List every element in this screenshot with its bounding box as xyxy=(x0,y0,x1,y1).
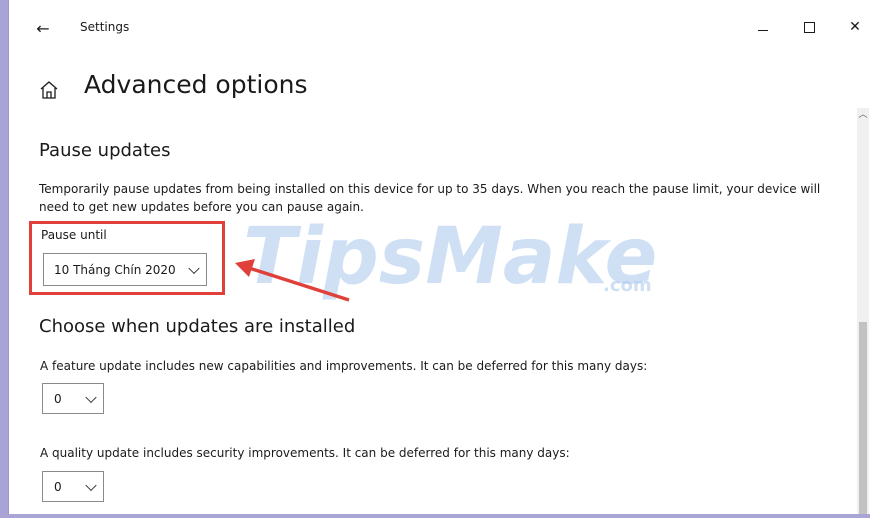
vertical-scrollbar[interactable]: ︿ xyxy=(857,108,869,514)
minimize-button[interactable] xyxy=(743,10,783,44)
maximize-button[interactable] xyxy=(789,10,829,44)
quality-update-text: A quality update includes security impro… xyxy=(40,446,570,460)
close-button[interactable]: ✕ xyxy=(835,10,870,44)
back-arrow-icon: ← xyxy=(36,18,50,38)
quality-defer-value: 0 xyxy=(54,479,62,494)
title-bar: ← Settings ✕ xyxy=(9,0,870,56)
home-icon[interactable] xyxy=(39,80,59,100)
pause-description: Temporarily pause updates from being ins… xyxy=(39,182,821,214)
page-title: Advanced options xyxy=(84,70,308,99)
scroll-thumb[interactable] xyxy=(859,322,867,514)
quality-defer-dropdown[interactable]: 0 xyxy=(42,471,104,502)
pause-updates-heading: Pause updates xyxy=(39,140,171,161)
minimize-icon xyxy=(758,29,768,31)
watermark-suffix: .com xyxy=(603,275,652,296)
pause-until-dropdown[interactable]: 10 Tháng Chín 2020 xyxy=(43,253,207,286)
app-title: Settings xyxy=(80,20,130,34)
choose-updates-heading: Choose when updates are installed xyxy=(39,316,356,337)
scroll-up-icon[interactable]: ︿ xyxy=(857,108,869,122)
maximize-icon xyxy=(803,21,815,33)
pause-until-label: Pause until xyxy=(41,228,107,242)
feature-defer-value: 0 xyxy=(54,391,62,406)
settings-window: ← Settings ✕ Advanced options Pause upda… xyxy=(8,0,870,514)
chevron-down-icon xyxy=(188,262,200,274)
back-button[interactable]: ← xyxy=(29,14,57,42)
chevron-down-icon xyxy=(85,479,97,491)
red-arrow-annotation xyxy=(235,259,350,302)
chevron-down-icon xyxy=(85,391,97,403)
pause-until-value: 10 Tháng Chín 2020 xyxy=(54,262,176,277)
feature-update-text: A feature update includes new capabiliti… xyxy=(40,359,648,373)
feature-defer-dropdown[interactable]: 0 xyxy=(42,383,104,414)
close-icon: ✕ xyxy=(849,19,861,35)
